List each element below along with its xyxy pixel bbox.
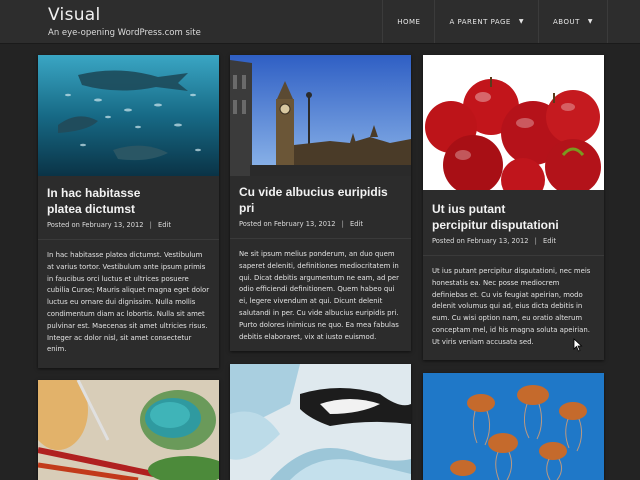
post-excerpt: Ne sit ipsum melius ponderum, an duo que… [239, 250, 400, 341]
jellyfish-image [423, 373, 604, 480]
site-header: Visual An eye-opening WordPress.com site… [0, 0, 640, 44]
post-meta: Posted on February 13, 2012 | Edit [423, 237, 604, 245]
post-card [38, 380, 219, 480]
nav-item-about[interactable]: ABOUT ▼ [537, 0, 608, 43]
posted-on-label: Posted on [47, 221, 80, 229]
red-apples-image [423, 55, 604, 190]
iceberg-image [230, 364, 411, 480]
post-excerpt: In hac habitasse platea dictumst. Vestib… [47, 251, 210, 354]
post-card: Ut ius putant percipitur disputationi Po… [423, 55, 604, 360]
mouse-pointer-icon [573, 338, 583, 352]
nav-item-a-parent-page[interactable]: A PARENT PAGE ▼ [434, 0, 538, 43]
posted-on-label: Posted on [432, 237, 465, 245]
post-excerpt: Ut ius putant percipitur disputationi, n… [432, 267, 591, 346]
post-date-link[interactable]: February 13, 2012 [467, 237, 529, 245]
post-thumbnail-jellyfish[interactable] [423, 373, 604, 480]
nav-item-label: ABOUT [552, 17, 580, 26]
meta-separator: | [149, 221, 152, 229]
meta-separator: | [534, 237, 537, 245]
post-thumbnail-apples[interactable] [423, 55, 604, 190]
post-title-line: percipitur disputationi [432, 218, 559, 232]
post-thumbnail-paint-palette[interactable] [38, 380, 219, 480]
caret-down-icon: ▼ [587, 18, 593, 25]
post-meta: Posted on February 13, 2012 | Edit [230, 220, 411, 228]
site-description: An eye-opening WordPress.com site [48, 28, 201, 38]
edit-link[interactable]: Edit [350, 220, 363, 228]
nav-item-home[interactable]: HOME [382, 0, 434, 43]
posted-on-label: Posted on [239, 220, 272, 228]
post-title-line: Cu vide albucius euripidis pri [239, 185, 388, 215]
main-navigation: HOME A PARENT PAGE ▼ ABOUT ▼ [382, 0, 608, 43]
site-title[interactable]: Visual [48, 5, 101, 25]
post-card: In hac habitasse platea dictumst Posted … [38, 55, 219, 368]
post-title[interactable]: In hac habitasse platea dictumst [38, 185, 219, 217]
post-thumbnail-iceberg[interactable] [230, 364, 411, 480]
post-card: Cu vide albucius euripidis pri Posted on… [230, 55, 411, 351]
post-thumbnail-whale-shark[interactable] [38, 55, 219, 176]
big-ben-image [230, 55, 411, 176]
post-title[interactable]: Ut ius putant percipitur disputationi [423, 201, 604, 233]
post-card [423, 373, 604, 480]
post-date-link[interactable]: February 13, 2012 [274, 220, 336, 228]
edit-link[interactable]: Edit [158, 221, 171, 229]
post-title-line: platea dictumst [47, 202, 136, 216]
paint-palette-image [38, 380, 219, 480]
post-card [230, 364, 411, 480]
post-meta: Posted on February 13, 2012 | Edit [38, 221, 219, 229]
post-title-line: In hac habitasse [47, 186, 141, 200]
post-thumbnail-big-ben[interactable] [230, 55, 411, 176]
post-title[interactable]: Cu vide albucius euripidis pri [230, 184, 411, 216]
meta-separator: | [341, 220, 344, 228]
edit-link[interactable]: Edit [543, 237, 556, 245]
whale-shark-image [38, 55, 219, 176]
post-title-line: Ut ius putant [432, 202, 506, 216]
nav-item-label: A PARENT PAGE [449, 17, 511, 26]
caret-down-icon: ▼ [518, 18, 524, 25]
post-date-link[interactable]: February 13, 2012 [82, 221, 144, 229]
nav-item-label: HOME [397, 17, 421, 26]
